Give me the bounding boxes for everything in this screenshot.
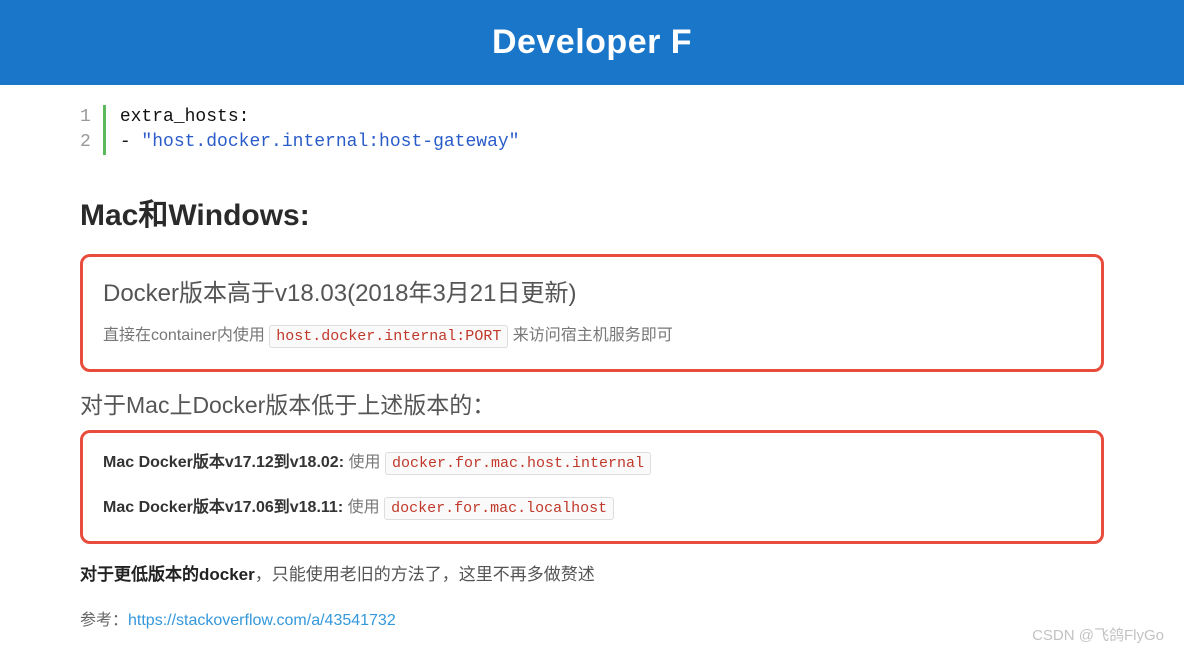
inline-code-3: docker.for.mac.localhost: [384, 497, 614, 520]
plain-rest: ，只能使用老旧的方法了，这里不再多做赘述: [255, 565, 595, 584]
box2-line1: Mac Docker版本v17.12到v18.02: 使用 docker.for…: [103, 449, 1081, 478]
highlight-box-2: Mac Docker版本v17.12到v18.02: 使用 docker.for…: [80, 430, 1104, 544]
line-number-2: 2: [80, 130, 91, 155]
line-number-1: 1: [80, 105, 91, 130]
code-string: "host.docker.internal:host-gateway": [141, 132, 519, 152]
inline-code-2: docker.for.mac.host.internal: [385, 452, 651, 475]
code-content: extra_hosts: - "host.docker.internal:hos…: [106, 105, 520, 155]
sub-heading: 对于Mac上Docker版本低于上述版本的：: [80, 386, 1104, 420]
section-title: Mac和Windows:: [80, 190, 1104, 234]
code-line-1: extra_hosts:: [120, 105, 520, 130]
box2-line1-text: 使用: [344, 454, 385, 471]
inline-code-1: host.docker.internal:PORT: [269, 325, 508, 348]
code-dash: -: [120, 132, 142, 152]
plain-strong: 对于更低版本的docker: [80, 565, 255, 584]
box1-text-before: 直接在container内使用: [103, 327, 269, 344]
box2-line2-strong: Mac Docker版本v17.06到v18.11:: [103, 499, 343, 516]
box2-line2: Mac Docker版本v17.06到v18.11: 使用 docker.for…: [103, 494, 1081, 523]
reference-line: 参考：https://stackoverflow.com/a/43541732: [80, 606, 1104, 630]
box1-title: Docker版本高于v18.03(2018年3月21日更新): [103, 273, 1081, 308]
watermark: CSDN @飞鸽FlyGo: [1032, 624, 1164, 645]
plain-line: 对于更低版本的docker，只能使用老旧的方法了，这里不再多做赘述: [80, 560, 1104, 591]
code-block: 1 2 extra_hosts: - "host.docker.internal…: [80, 105, 1104, 155]
code-line-2: - "host.docker.internal:host-gateway": [120, 130, 520, 155]
highlight-box-1: Docker版本高于v18.03(2018年3月21日更新) 直接在contai…: [80, 254, 1104, 372]
page-header: Developer F: [0, 0, 1184, 85]
box2-line1-strong: Mac Docker版本v17.12到v18.02:: [103, 454, 344, 471]
reference-link[interactable]: https://stackoverflow.com/a/43541732: [128, 612, 396, 629]
line-numbers: 1 2: [80, 105, 106, 155]
box1-text: 直接在container内使用 host.docker.internal:POR…: [103, 322, 1081, 351]
box2-line2-text: 使用: [343, 499, 384, 516]
header-title: Developer F: [492, 23, 692, 62]
code-key: extra_hosts:: [120, 107, 250, 127]
main-content: 1 2 extra_hosts: - "host.docker.internal…: [0, 105, 1184, 630]
reference-label: 参考：: [80, 612, 128, 629]
box1-text-after: 来访问宿主机服务即可: [508, 327, 672, 344]
